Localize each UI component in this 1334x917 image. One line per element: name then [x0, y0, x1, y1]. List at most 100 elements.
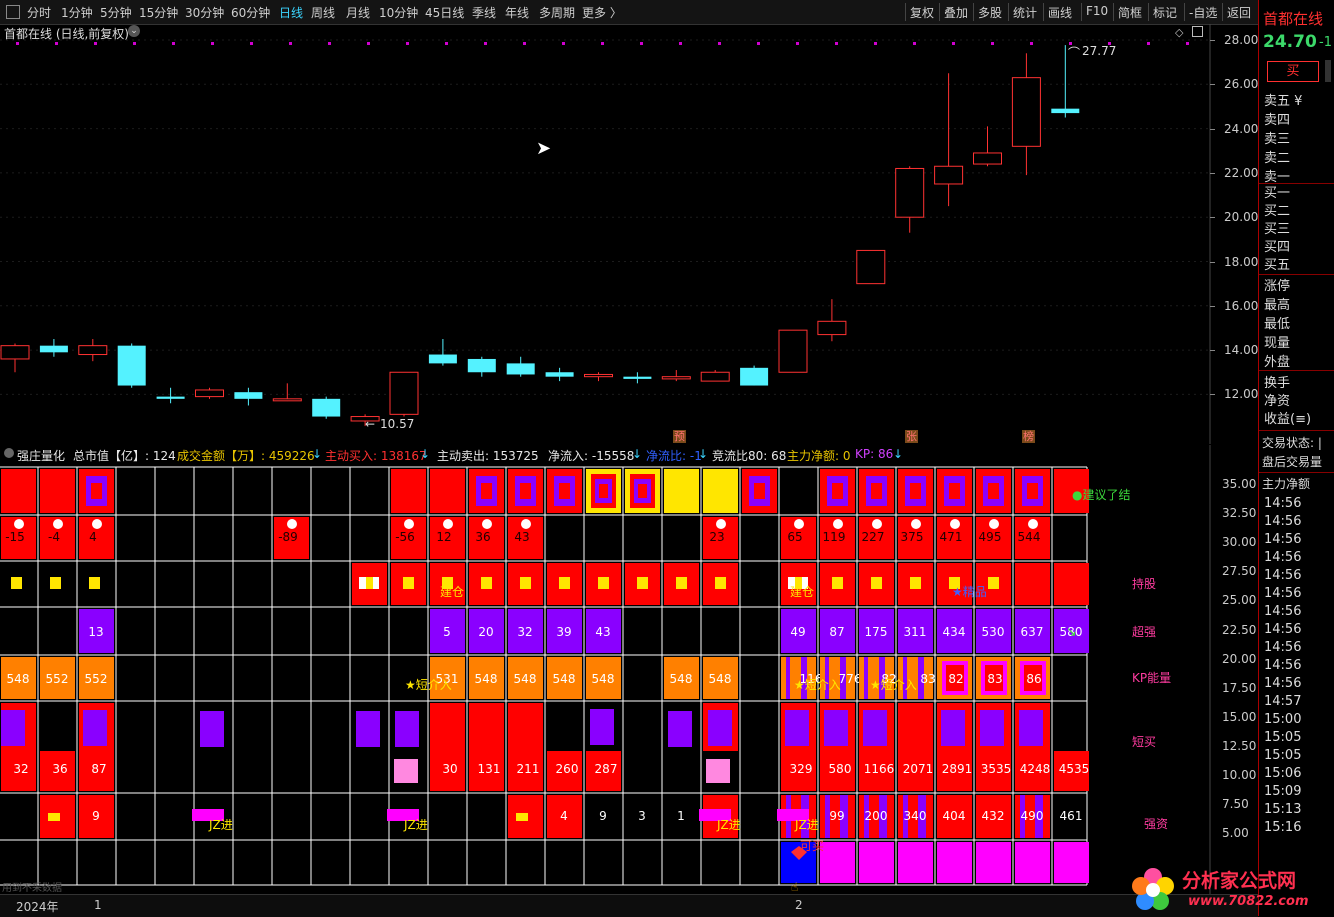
stat-label: 净资: [1264, 394, 1291, 409]
layout-toggle-icon[interactable]: [6, 5, 20, 19]
logo-text: 分析家公式网: [1182, 870, 1297, 892]
tab-1[interactable]: 1分钟: [61, 4, 93, 21]
signal-cell: [469, 703, 504, 791]
row-label: 超强: [1132, 625, 1157, 639]
candle: [117, 343, 146, 388]
tab-5[interactable]: 60分钟: [231, 4, 270, 21]
cell-value: 12: [436, 530, 451, 544]
quote-side-panel: 首都在线 24.70 -1 买 卖五 ¥ 卖四 卖三 卖二 卖一 买一 买二 买三 买四 买五 涨停…: [1258, 0, 1334, 916]
tab-8[interactable]: 月线: [346, 4, 370, 21]
toolbar-btn-4[interactable]: 画线: [1048, 4, 1072, 21]
buy-level-label: 买三: [1264, 222, 1291, 237]
tab-2[interactable]: 5分钟: [100, 4, 132, 21]
indicator-panel[interactable]: -15 -4 4 -89 -56 12 36 43 23 65 119 227 375 471 495 544…: [0, 445, 1258, 894]
toolbar-btn-5[interactable]: F10: [1086, 4, 1108, 18]
candle: [389, 371, 419, 417]
axis-tick: [1210, 128, 1215, 130]
candle: [623, 372, 652, 384]
event-mark[interactable]: 预: [673, 430, 686, 443]
tab-6[interactable]: 日线: [279, 4, 303, 21]
toolbar-btn-6[interactable]: 简框: [1118, 4, 1142, 21]
toolbar-divider: [1081, 3, 1082, 21]
signal-cell: [356, 711, 380, 747]
cell-value: 548: [514, 672, 537, 686]
signal-dot: [367, 42, 370, 45]
cell-value: 1: [677, 809, 685, 823]
toolbar-divider: [905, 3, 906, 21]
event-mark[interactable]: 张: [905, 430, 918, 443]
cell-value: -89: [278, 530, 298, 544]
toolbar-btn-0[interactable]: 复权: [910, 4, 934, 21]
event-mark[interactable]: 榜: [1022, 430, 1035, 443]
year-label: 2024年: [16, 900, 59, 914]
signal-dot: [289, 42, 292, 45]
tab-4[interactable]: 30分钟: [185, 4, 224, 21]
signal-cell: [1054, 563, 1089, 605]
toolbar-btn-7[interactable]: 标记: [1153, 4, 1177, 21]
tab-12[interactable]: 年线: [505, 4, 529, 21]
cell-value: 2071: [903, 762, 934, 776]
tick-time: 14:56: [1264, 496, 1302, 511]
tab-9[interactable]: 10分钟: [379, 4, 418, 21]
toolbar-btn-1[interactable]: 叠加: [944, 4, 968, 21]
axis-tick: [1210, 84, 1215, 86]
logo-url: www.70822.com: [1188, 894, 1309, 909]
toolbar-btn-2[interactable]: 多股: [978, 4, 1002, 21]
tab-7[interactable]: 周线: [311, 4, 335, 21]
buy-level-label: 买一: [1264, 186, 1291, 201]
cell-value: 86: [1026, 672, 1041, 686]
month-mark-2: 2: [795, 898, 803, 912]
buy-button[interactable]: 买: [1267, 61, 1319, 82]
low-price-label: 10.57: [380, 417, 415, 431]
signal-dot: [172, 42, 175, 45]
signal-cell: [430, 703, 465, 791]
candle: [740, 365, 769, 386]
toolbar-divider: [1043, 3, 1044, 21]
tick-time: 15:06: [1264, 766, 1302, 781]
signal-cell: [200, 711, 224, 747]
signal-cell: [395, 711, 419, 747]
signal-annotation: ★短介入: [794, 678, 841, 692]
axis-tick: [1210, 261, 1215, 263]
candle: [545, 367, 574, 382]
tab-3[interactable]: 15分钟: [139, 4, 178, 21]
tab-0[interactable]: 分时: [27, 4, 51, 21]
after-hours-volume: 盘后交易量: [1262, 455, 1323, 469]
stat-label: 最低: [1264, 317, 1291, 332]
candle: [428, 339, 457, 366]
cell-value: 1166: [864, 762, 895, 776]
tab-11[interactable]: 季线: [472, 4, 496, 21]
candlestick-chart[interactable]: [0, 24, 1258, 444]
signal-dot: [484, 42, 487, 45]
tab-14[interactable]: 更多 〉: [582, 4, 622, 21]
cell-value: 404: [943, 809, 966, 823]
stat-label: 外盘: [1264, 355, 1291, 370]
cell-value: 49: [790, 625, 805, 639]
signal-dot: [640, 42, 643, 45]
candle: [506, 356, 535, 377]
tab-10[interactable]: 45日线: [425, 4, 464, 21]
indicator-axis-label: 15.00: [1222, 709, 1257, 724]
tick-time: 15:09: [1264, 784, 1302, 799]
sell-level-label: 卖三: [1264, 132, 1291, 147]
cell-value: 99: [829, 809, 844, 823]
tick-time: 15:13: [1264, 802, 1302, 817]
cell-value: 200: [865, 809, 888, 823]
buy-level-label: 买四: [1264, 240, 1291, 255]
cell-value: 30: [442, 762, 457, 776]
green-arrow-icon: ↘: [1066, 625, 1077, 640]
tab-13[interactable]: 多周期: [539, 4, 575, 21]
cell-value: 548: [592, 672, 615, 686]
axis-tick: [1210, 394, 1215, 396]
toolbar-btn-9[interactable]: 返回: [1227, 4, 1251, 21]
toolbar-btn-8[interactable]: -自选: [1189, 4, 1217, 21]
cell-value: 548: [709, 672, 732, 686]
candle: [234, 387, 263, 406]
scrollbar[interactable]: [1325, 60, 1331, 82]
cell-value: 260: [556, 762, 579, 776]
toolbar-btn-3[interactable]: 统计: [1013, 4, 1037, 21]
candle: [0, 343, 30, 373]
buy-level-label: 买二: [1264, 204, 1291, 219]
signal-dot: [796, 42, 799, 45]
stat-label: 换手: [1264, 376, 1291, 391]
